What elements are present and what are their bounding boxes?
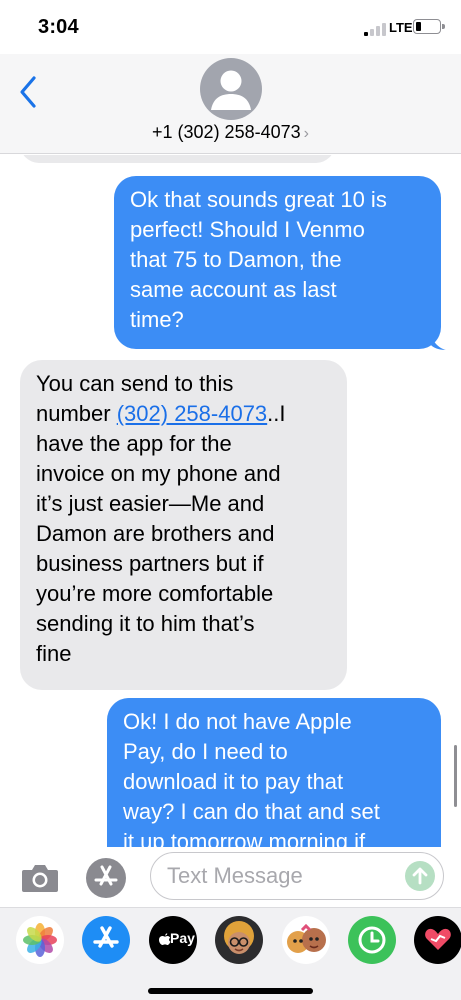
app-store-icon — [93, 926, 119, 948]
back-button[interactable] — [14, 72, 44, 112]
message-line: download it to pay that — [123, 769, 344, 794]
contact-avatar[interactable] — [200, 58, 262, 120]
message-line: same account as last — [130, 277, 337, 302]
message-line: perfect! Should I Venmo — [130, 217, 365, 242]
app-store-app-button[interactable] — [82, 916, 130, 964]
message-text: ..I — [267, 401, 286, 426]
apple-pay-app-button[interactable]: Pay — [149, 916, 197, 964]
message-text: number — [36, 401, 117, 426]
conversation-header: +1 (302) 258-4073 › — [0, 54, 461, 154]
battery-icon — [413, 19, 445, 34]
phone-number-link[interactable]: (302) 258-4073 — [117, 401, 267, 426]
photos-icon — [23, 923, 57, 957]
scrollbar[interactable] — [454, 745, 457, 807]
contact-name: +1 (302) 258-4073 — [152, 122, 301, 142]
status-time: 3:04 — [38, 16, 79, 38]
message-line: time? — [130, 307, 184, 332]
chevron-right-icon: › — [303, 125, 309, 142]
message-line: You can send to this — [36, 371, 234, 396]
contact-name-button[interactable]: +1 (302) 258-4073 › — [0, 122, 461, 143]
message-line: it’s just easier—Me and — [36, 491, 265, 516]
memoji-icon — [224, 921, 254, 954]
previous-message-bubble — [20, 155, 335, 163]
message-line: have the app for the — [36, 431, 232, 456]
message-line: Damon are brothers and — [36, 521, 275, 546]
photos-app-button[interactable] — [16, 916, 64, 964]
chevron-left-icon — [20, 76, 36, 108]
message-line: sending it to him that’s — [36, 611, 255, 636]
message-bubble-outgoing[interactable]: Ok! I do not have Apple Pay, do I need t… — [107, 698, 441, 847]
message-bubble-outgoing[interactable]: Ok that sounds great 10 is perfect! Shou… — [114, 176, 441, 349]
message-line: invoice on my phone and — [36, 461, 281, 486]
message-line: business partners but if — [36, 551, 264, 576]
heart-icon — [425, 928, 451, 950]
bubble-tail — [430, 332, 446, 350]
digital-touch-app-button[interactable] — [414, 916, 461, 964]
home-indicator[interactable] — [148, 988, 313, 994]
apple-pay-label: Pay — [170, 930, 195, 946]
camera-icon — [22, 865, 58, 892]
message-line: Pay, do I need to — [123, 739, 288, 764]
status-bar: 3:04 LTE — [0, 0, 461, 54]
message-line: number (302) 258-4073..I — [36, 399, 331, 429]
camera-button[interactable] — [20, 862, 60, 894]
imessage-app-drawer: Pay — [0, 907, 461, 1000]
arrow-up-icon — [412, 867, 428, 885]
message-line: it up tomorrow morning if — [123, 829, 366, 847]
person-silhouette-icon — [211, 70, 251, 110]
memoji-stickers-icon — [287, 923, 326, 953]
message-input[interactable] — [167, 861, 397, 891]
message-input-field[interactable] — [150, 852, 444, 900]
message-line: way? I can do that and set — [123, 799, 380, 824]
app-store-icon — [94, 865, 118, 886]
message-line: Ok that sounds great 10 is — [130, 187, 387, 212]
app-store-button[interactable] — [86, 858, 126, 898]
clock-icon — [358, 926, 386, 954]
screen-time-app-button[interactable] — [348, 916, 396, 964]
compose-bar — [0, 847, 461, 907]
send-button[interactable] — [405, 861, 435, 891]
message-line: Ok! I do not have Apple — [123, 709, 352, 734]
message-line: you’re more comfortable — [36, 581, 274, 606]
network-type: LTE — [389, 20, 413, 35]
cellular-signal-icon — [364, 22, 386, 36]
memoji-app-button[interactable] — [215, 916, 263, 964]
memoji-stickers-app-button[interactable] — [282, 916, 330, 964]
message-thread[interactable]: Ok that sounds great 10 is perfect! Shou… — [0, 155, 461, 847]
message-bubble-incoming[interactable]: You can send to this number (302) 258-40… — [20, 360, 347, 690]
message-line: that 75 to Damon, the — [130, 247, 342, 272]
message-line: fine — [36, 641, 72, 666]
